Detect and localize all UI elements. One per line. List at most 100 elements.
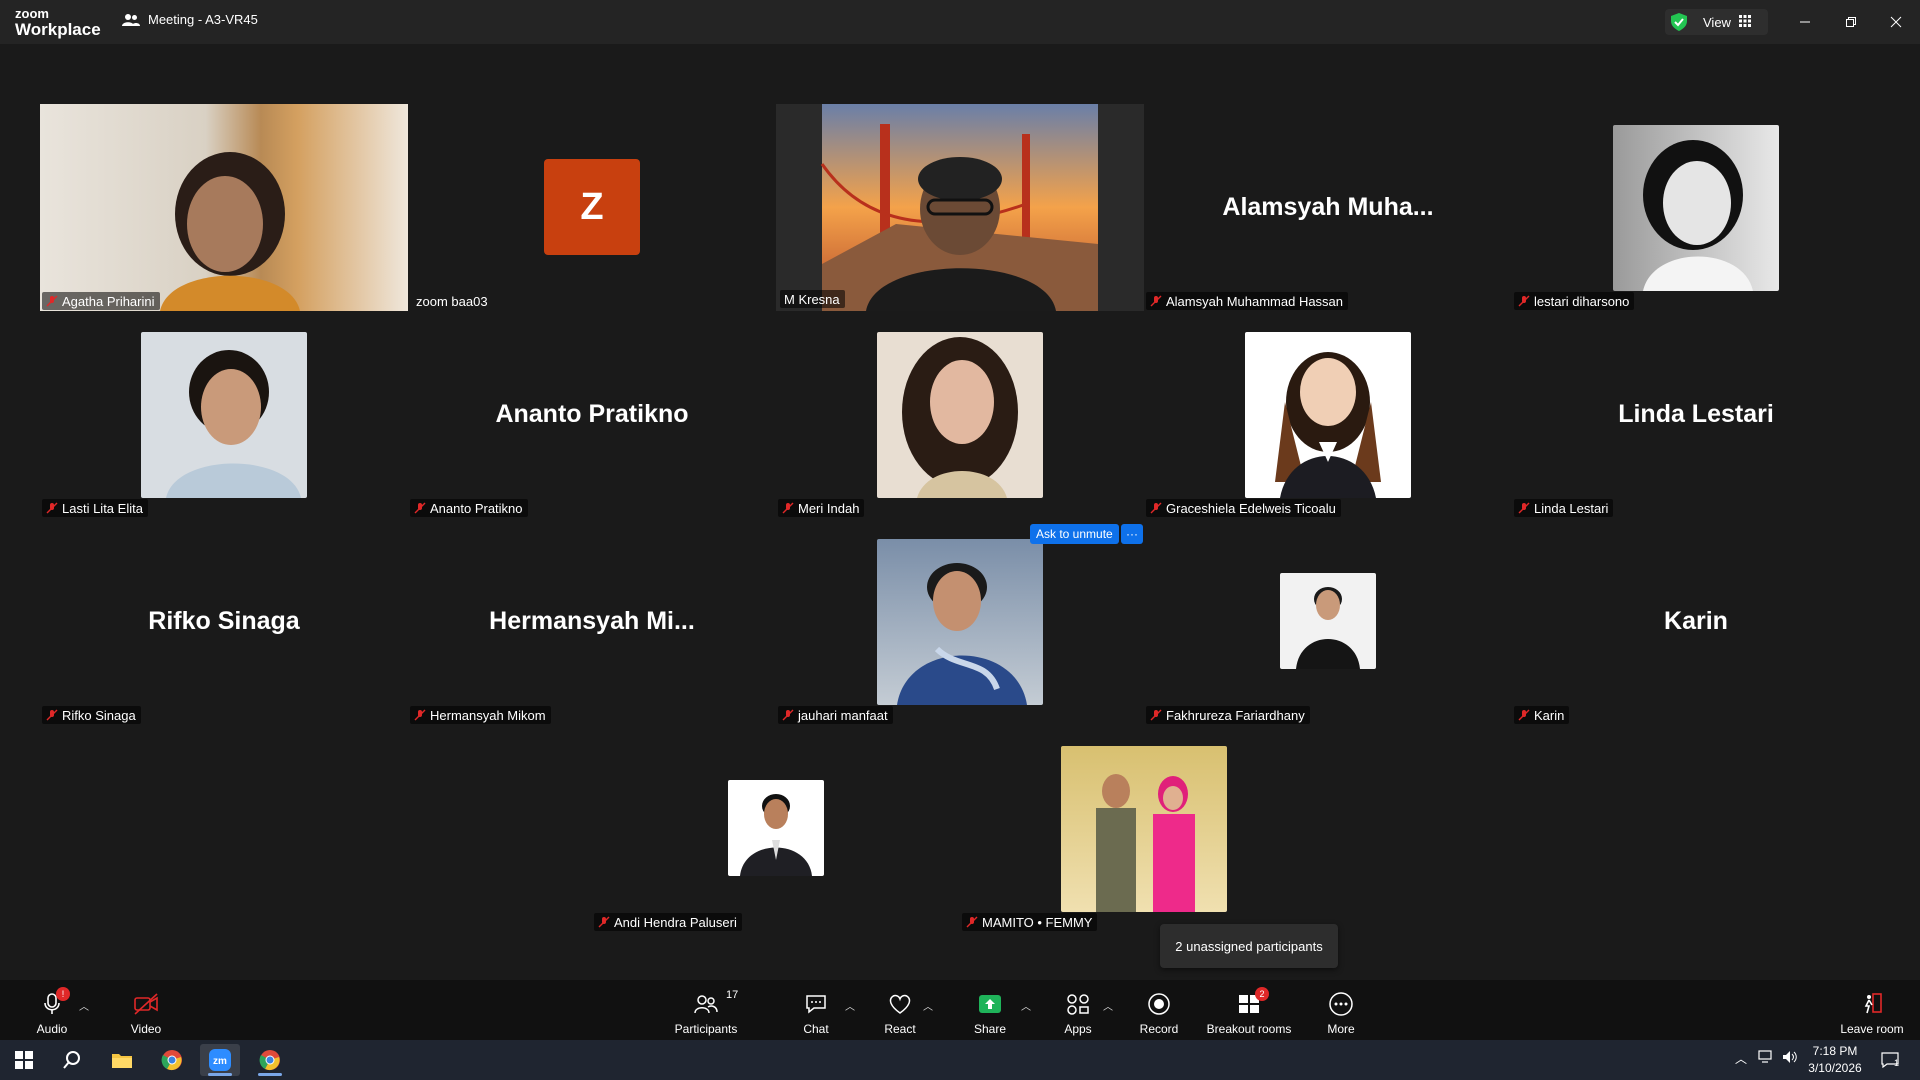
zoom-taskbar-icon[interactable]: zm [200, 1044, 240, 1076]
participant-tile-lestari[interactable]: lestari dihar­sono [1512, 104, 1880, 311]
minimize-icon[interactable] [1793, 10, 1817, 34]
mic-muted-icon [598, 916, 610, 928]
participant-tile-hermansyah[interactable]: Hermansyah Mi... Hermansyah Mikom [408, 518, 776, 725]
ask-to-unmute-button[interactable]: Ask to unmute [1030, 524, 1119, 544]
participant-name-bar: Andi Hendra Paluseri [594, 913, 742, 931]
participant-name-bar: Fakhrureza Fariardhany [1146, 706, 1310, 724]
participant-name: MAMITO • FEMMY [982, 914, 1093, 930]
leave-room-button[interactable]: Leave room [1836, 986, 1908, 1036]
search-icon[interactable] [52, 1044, 92, 1076]
participant-name-bar: Linda Lestari [1514, 499, 1614, 517]
more-label: More [1327, 1022, 1355, 1036]
more-button[interactable]: More [1321, 986, 1361, 1036]
participant-name-bar: M Kresna [780, 290, 845, 308]
mic-muted-icon [1518, 709, 1530, 721]
share-options-chevron-icon[interactable]: ︿ [1021, 998, 1031, 1013]
file-explorer-icon[interactable] [102, 1044, 142, 1076]
share-screen-icon [979, 995, 1001, 1013]
participant-photo [877, 539, 1043, 705]
video-button[interactable]: Video [124, 986, 168, 1036]
react-options-chevron-icon[interactable]: ︿ [923, 998, 933, 1013]
more-dots-icon [1329, 992, 1353, 1016]
clock-date: 3/10/2026 [1808, 1061, 1862, 1075]
participant-name-bar: zoom baa03 [410, 292, 493, 310]
participant-display-name: Karin [1664, 607, 1728, 635]
title-bar: zoom Workplace Meeting - A3-VR45 View [0, 0, 1920, 44]
meeting-info[interactable]: Meeting - A3-VR45 [122, 12, 258, 27]
participant-tile-alamsyah[interactable]: Alamsyah Muha... Alamsyah Muhammad Hassa… [1144, 104, 1512, 311]
participant-name-bar: Karin [1514, 706, 1570, 724]
heart-icon [889, 994, 911, 1014]
windows-start-icon[interactable] [4, 1044, 44, 1076]
mic-muted-icon [1150, 709, 1162, 721]
chat-options-chevron-icon[interactable]: ︿ [845, 998, 855, 1013]
participant-tile-kresna-active-speaker[interactable]: M Kresna [776, 104, 1144, 311]
participants-button[interactable]: 17 Participants [668, 986, 744, 1036]
participant-tile-ananto[interactable]: Ananto Pratikno Ananto Pratikno [408, 311, 776, 518]
participant-name-bar: Meri Indah [778, 499, 865, 517]
participant-tile-zoombaa03[interactable]: Z zoom baa03 [408, 104, 776, 311]
breakout-rooms-badge: 2 [1255, 987, 1269, 1001]
participant-name: lestari dihar­sono [1534, 293, 1630, 309]
participant-name-bar: lestari dihar­sono [1514, 292, 1635, 310]
participant-tile-agatha[interactable]: Agatha Priharini [40, 104, 408, 311]
leave-room-icon [1864, 993, 1882, 1014]
participant-display-name: Alamsyah Muha... [1222, 193, 1434, 221]
participant-tile-meri[interactable]: Meri Indah [776, 311, 1144, 518]
audio-options-chevron-icon[interactable]: ︿ [79, 998, 89, 1013]
chrome-profile-icon[interactable] [250, 1044, 290, 1076]
network-icon[interactable] [1758, 1050, 1774, 1067]
react-label: React [884, 1022, 916, 1036]
mic-muted-icon [1150, 295, 1162, 307]
security-shield-icon [1665, 13, 1693, 31]
share-button[interactable]: Share [969, 986, 1011, 1036]
react-button[interactable]: React [880, 986, 920, 1036]
participant-tile-jauhari[interactable]: jauhari manfaat [776, 518, 1144, 725]
participant-tile-fakhrureza[interactable]: Fakhrureza Fariardhany [1144, 518, 1512, 725]
participant-tile-mamito[interactable]: MAMITO • FEMMY [960, 725, 1328, 932]
participant-name-bar: Alamsyah Muhammad Hassan [1146, 292, 1349, 310]
participant-tile-linda[interactable]: Linda Lestari Linda Lestari [1512, 311, 1880, 518]
chrome-icon[interactable] [152, 1044, 192, 1076]
participant-tile-graceshiela[interactable]: Graceshiela Edelweis Ticoalu [1144, 311, 1512, 518]
svg-text:zm: zm [213, 1056, 227, 1067]
windows-taskbar: zm ︿ 7:18 PM 3/10/2026 1 [0, 1040, 1920, 1080]
chat-button[interactable]: Chat [796, 986, 836, 1036]
record-button[interactable]: Record [1138, 986, 1180, 1036]
notification-icon[interactable]: 1 [1872, 1044, 1908, 1076]
view-button[interactable]: View [1665, 9, 1768, 35]
participant-photo [1280, 573, 1376, 669]
participant-display-name: Hermansyah Mi... [489, 607, 695, 635]
participant-tile-karin[interactable]: Karin Karin [1512, 518, 1880, 725]
meeting-people-icon [122, 13, 140, 26]
breakout-rooms-button[interactable]: 2 Breakout rooms [1204, 986, 1294, 1036]
participant-video [40, 104, 408, 311]
restore-icon[interactable] [1839, 10, 1863, 34]
mic-muted-icon [414, 709, 426, 721]
participant-name: M Kresna [784, 291, 840, 307]
apps-button[interactable]: Apps [1058, 986, 1098, 1036]
participant-name: Rifko Sinaga [62, 707, 136, 723]
audio-label: Audio [36, 1022, 68, 1036]
mic-muted-icon [1150, 502, 1162, 514]
audio-button[interactable]: ! Audio [30, 986, 74, 1036]
participant-name: Lasti Lita Elita [62, 500, 143, 516]
tray-chevron-up-icon[interactable]: ︿ [1735, 1050, 1747, 1067]
system-clock[interactable]: 7:18 PM 3/10/2026 [1790, 1043, 1880, 1077]
participant-name-bar: Agatha Priharini [42, 292, 160, 310]
grid-icon [1738, 14, 1751, 30]
participant-avatar-letter: Z [544, 159, 640, 255]
close-icon[interactable] [1884, 10, 1908, 34]
participant-tile-rifko[interactable]: Rifko Sinaga Rifko Sinaga [40, 518, 408, 725]
mic-muted-icon [46, 709, 58, 721]
participant-name-bar: Rifko Sinaga [42, 706, 141, 724]
participant-more-button[interactable]: ··· [1121, 524, 1143, 544]
view-label: View [1703, 14, 1731, 30]
zoom-logo: zoom Workplace [15, 7, 101, 38]
video-label: Video [130, 1022, 162, 1036]
apps-options-chevron-icon[interactable]: ︿ [1103, 998, 1113, 1013]
breakout-rooms-label: Breakout rooms [1206, 1022, 1292, 1036]
participant-tile-andi[interactable]: Andi Hendra Paluseri [592, 725, 960, 932]
participant-tile-lasti[interactable]: Lasti Lita Elita [40, 311, 408, 518]
brand-bottom: Workplace [15, 20, 101, 39]
